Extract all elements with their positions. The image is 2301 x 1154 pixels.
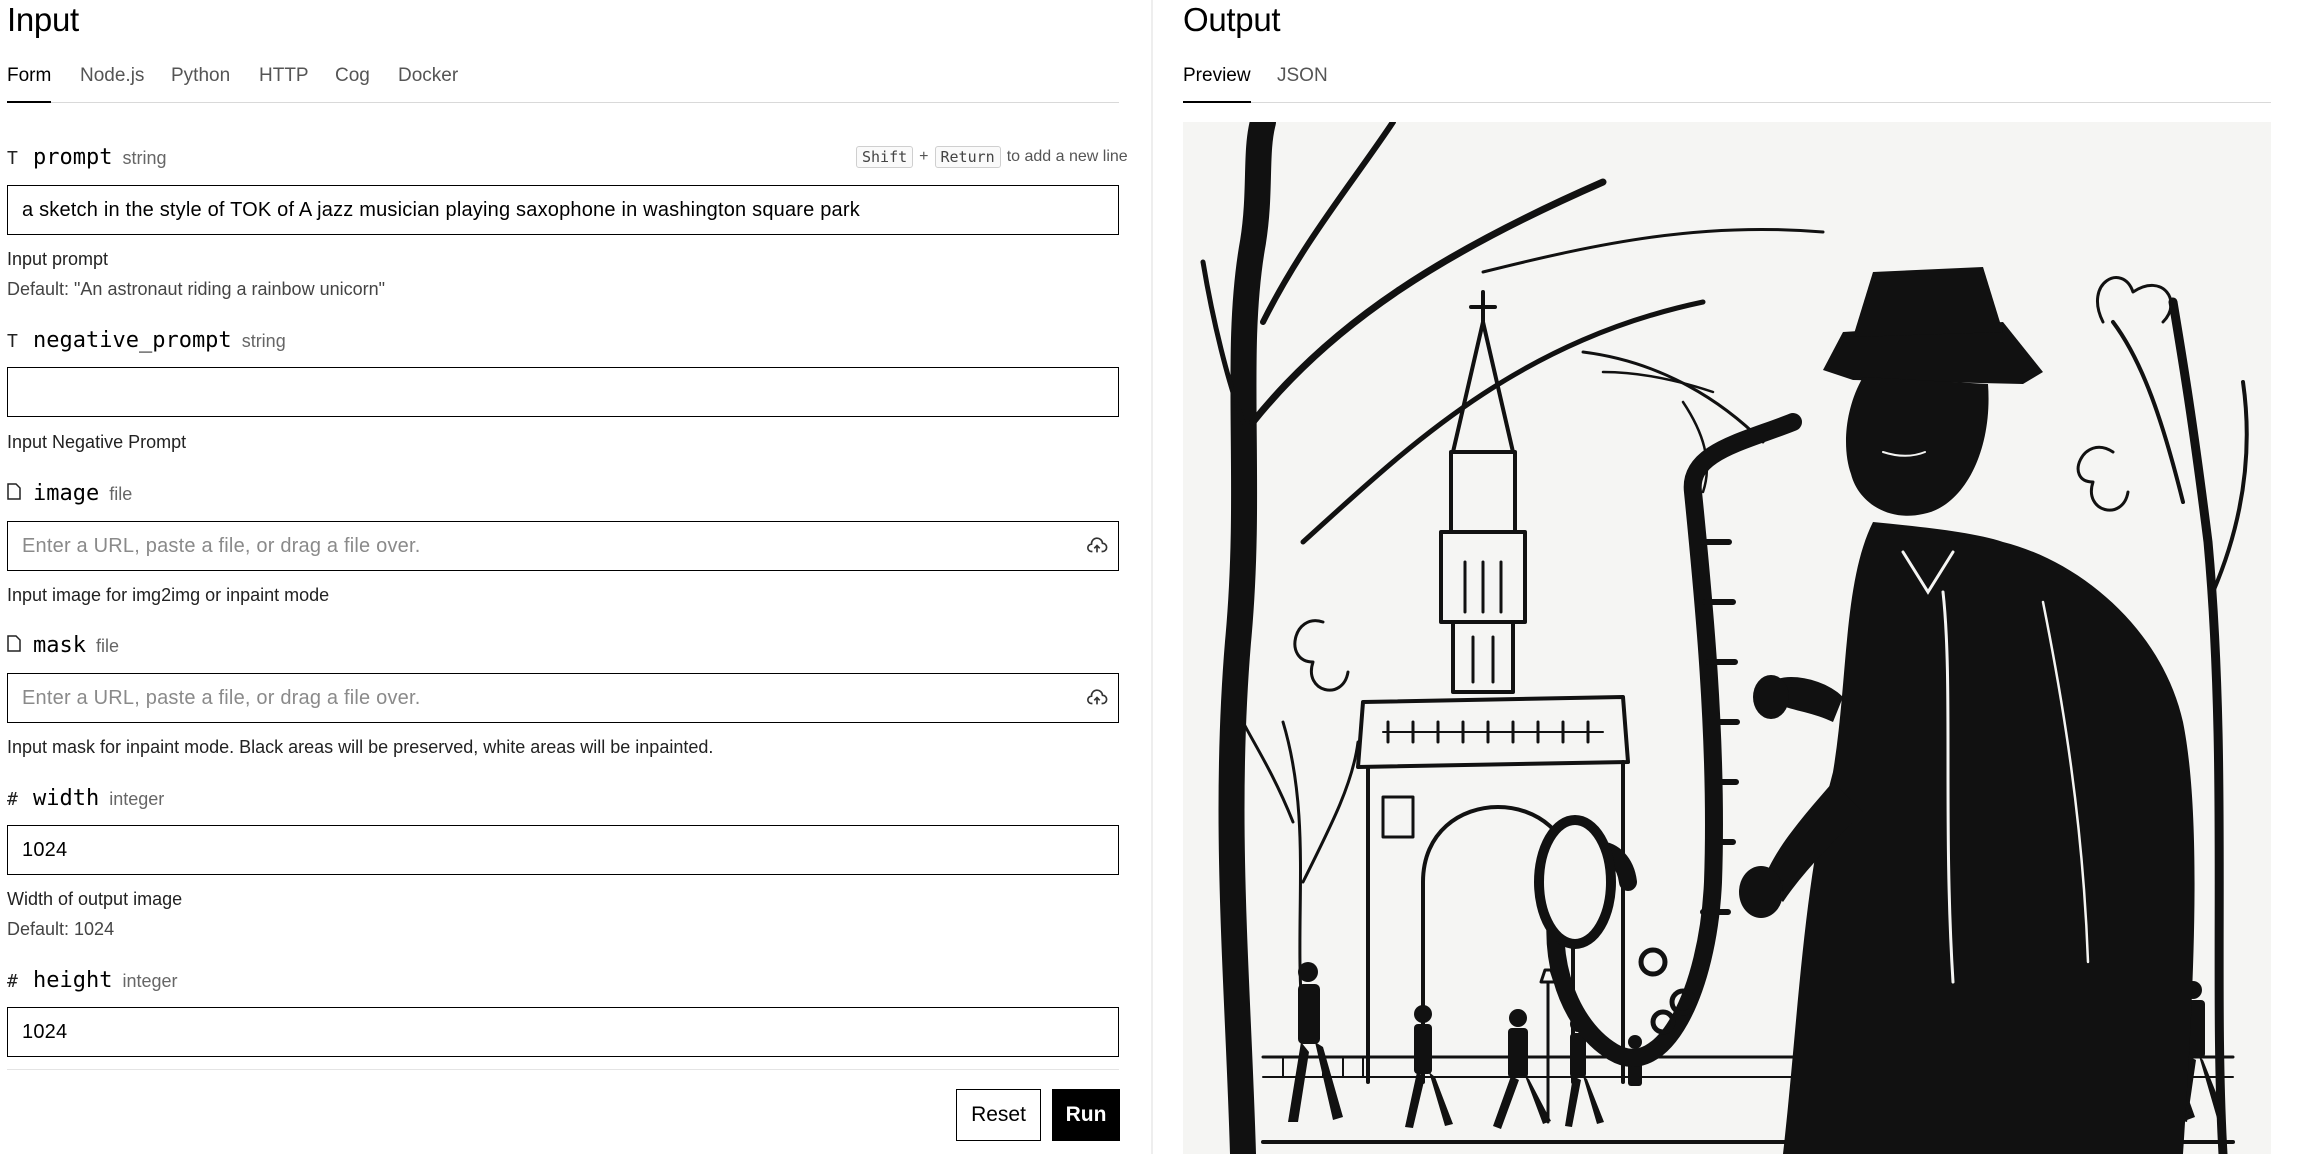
mask-url-input[interactable] (7, 673, 1119, 723)
input-panel: Input Form Node.js Python HTTP Cog Docke… (0, 0, 1150, 1154)
negative-prompt-input[interactable] (7, 367, 1119, 417)
field-name: height (33, 968, 113, 993)
output-panel: Output Preview JSON (1151, 0, 2301, 1154)
mask-label: mask file (7, 633, 119, 661)
width-default: Default: 1024 (7, 919, 115, 939)
field-type: string (241, 331, 286, 351)
width-input[interactable] (7, 825, 1119, 875)
hash-icon: # (7, 789, 18, 810)
input-title: Input (7, 1, 79, 38)
form-divider (7, 1069, 1119, 1070)
field-type: file (109, 484, 133, 504)
plus-sign: + (919, 148, 929, 165)
tab-preview[interactable]: Preview (1183, 64, 1251, 103)
reset-button[interactable]: Reset (956, 1089, 1041, 1141)
field-name: mask (33, 633, 86, 658)
negative-prompt-label: T negative_prompt string (7, 328, 286, 356)
field-name: prompt (33, 145, 113, 170)
negative-prompt-help: Input Negative Prompt (7, 432, 187, 452)
field-type: integer (122, 971, 178, 991)
height-input[interactable] (7, 1007, 1119, 1057)
cloud-upload-icon[interactable] (1086, 535, 1108, 557)
image-help: Input image for img2img or inpaint mode (7, 585, 330, 605)
return-key: Return (934, 146, 1001, 168)
hash-icon: # (7, 971, 18, 992)
tab-http[interactable]: HTTP (259, 64, 309, 88)
tab-cog[interactable]: Cog (335, 64, 370, 88)
tab-nodejs[interactable]: Node.js (80, 64, 144, 88)
saxophonist-sketch-image (1183, 122, 2271, 1154)
shift-key: Shift (856, 146, 914, 168)
text-type-icon: T (7, 148, 18, 169)
prompt-input[interactable] (7, 185, 1119, 235)
tab-form[interactable]: Form (7, 64, 52, 103)
field-type: file (95, 636, 119, 656)
text-type-icon: T (7, 331, 18, 352)
field-name: negative_prompt (33, 328, 232, 353)
prompt-label: T prompt string (7, 145, 167, 173)
newline-hint: Shift + Return to add a new line (856, 146, 1128, 168)
input-tabs: Form Node.js Python HTTP Cog Docker (7, 58, 1119, 103)
height-label: # height integer (7, 968, 178, 996)
field-name: width (33, 786, 100, 811)
prompt-help: Input prompt (7, 249, 109, 269)
tab-python[interactable]: Python (171, 64, 230, 88)
width-label: # width integer (7, 786, 164, 814)
tab-json[interactable]: JSON (1277, 64, 1328, 88)
file-icon (7, 635, 33, 657)
cloud-upload-icon[interactable] (1086, 687, 1108, 709)
image-url-input[interactable] (7, 521, 1119, 571)
output-tabs: Preview JSON (1183, 58, 2271, 103)
output-image (1183, 122, 2271, 1154)
file-icon (7, 483, 33, 505)
prompt-default: Default: "An astronaut riding a rainbow … (7, 279, 385, 299)
run-button[interactable]: Run (1052, 1089, 1120, 1141)
image-label: image file (7, 481, 132, 509)
width-help: Width of output image (7, 889, 183, 909)
field-name: image (33, 481, 100, 506)
mask-help: Input mask for inpaint mode. Black areas… (7, 737, 714, 757)
tab-docker[interactable]: Docker (398, 64, 458, 88)
field-type: integer (109, 789, 165, 809)
hint-text: to add a new line (1006, 148, 1128, 165)
output-title: Output (1183, 1, 1281, 38)
field-type: string (122, 148, 167, 168)
